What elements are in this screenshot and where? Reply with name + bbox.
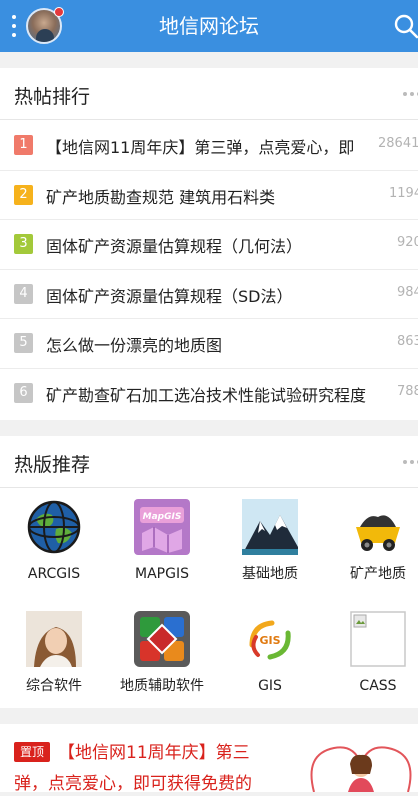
software-cubes-icon — [134, 611, 190, 667]
hot-posts-title: 热帖排行 — [14, 86, 91, 108]
svg-text:GIS: GIS — [259, 634, 280, 647]
hot-post-title: 【地信网11周年庆】第三弹，点亮爱心，即 — [46, 138, 355, 157]
portrait-icon — [26, 611, 82, 667]
broken-image-icon — [350, 611, 406, 667]
more-horizontal-icon[interactable] — [403, 460, 418, 464]
hot-post-item[interactable]: 6 矿产勘查矿石加工选冶技术性能试验研究程度 788 — [0, 369, 418, 419]
hot-forums-header: 热版推荐 — [0, 436, 418, 488]
top-app-bar: 地信网论坛 — [0, 0, 418, 52]
forum-item-gis[interactable]: GIS GIS — [216, 601, 320, 705]
gis-logo-icon: GIS — [242, 611, 298, 667]
rank-badge: 2 — [14, 184, 33, 205]
view-count: 984 — [397, 284, 418, 300]
view-count: 788 — [397, 383, 418, 399]
forum-label: 矿产地质 — [350, 566, 406, 582]
mapgis-logo-icon: MapGIS — [134, 499, 190, 555]
hot-post-item[interactable]: 4 固体矿产资源量估算规程（SD法） 984 — [0, 270, 418, 319]
hot-post-title: 怎么做一份漂亮的地质图 — [46, 336, 223, 355]
forum-item-arcgis[interactable]: ARCGIS — [0, 489, 104, 593]
search-icon[interactable] — [392, 12, 418, 42]
pinned-badge: 置顶 — [14, 742, 50, 762]
more-horizontal-icon[interactable] — [403, 92, 418, 96]
hot-post-title: 固体矿产资源量估算规程（SD法） — [46, 286, 293, 306]
hot-forums-card: 热版推荐 ARCGIS MapGIS MAPGIS 基础地质 矿产地质 综合软件… — [0, 436, 418, 708]
forum-item-basic-geology[interactable]: 基础地质 — [216, 489, 320, 593]
heart-girl-image — [304, 734, 418, 793]
forum-label: MAPGIS — [135, 566, 189, 582]
forum-label: 综合软件 — [26, 678, 82, 694]
hot-posts-card: 热帖排行 1 【地信网11周年庆】第三弹，点亮爱心，即 28641 2 矿产地质… — [0, 68, 418, 420]
view-count: 28641 — [378, 136, 418, 151]
hot-forums-grid: ARCGIS MapGIS MAPGIS 基础地质 矿产地质 综合软件 地质辅助… — [0, 489, 418, 708]
hot-posts-list: 1 【地信网11周年庆】第三弹，点亮爱心，即 28641 2 矿产地质勘查规范 … — [0, 121, 418, 418]
app-title: 地信网论坛 — [159, 14, 259, 38]
forum-item-cass[interactable]: CASS — [324, 601, 418, 705]
forum-item-mapgis[interactable]: MapGIS MAPGIS — [108, 489, 212, 593]
globe-icon — [26, 499, 82, 555]
rank-badge: 4 — [14, 283, 33, 304]
view-count: 863 — [397, 334, 418, 349]
rank-badge: 6 — [14, 382, 33, 403]
hot-posts-header: 热帖排行 — [0, 68, 418, 120]
view-count: 920 — [397, 235, 418, 250]
forum-label: ARCGIS — [27, 566, 81, 582]
hot-post-item[interactable]: 2 矿产地质勘查规范 建筑用石料类 1194 — [0, 171, 418, 220]
hot-post-title: 矿产勘查矿石加工选冶技术性能试验研究程度 — [46, 385, 367, 405]
hot-post-item[interactable]: 3 固体矿产资源量估算规程（几何法） 920 — [0, 220, 418, 270]
forum-label: GIS — [258, 678, 282, 694]
svg-text:MapGIS: MapGIS — [143, 512, 182, 522]
rank-badge: 1 — [14, 135, 33, 155]
hot-post-title: 矿产地质勘查规范 建筑用石料类 — [46, 187, 276, 207]
pinned-post-title: 【地信网11周年庆】第三 — [58, 743, 250, 763]
rank-badge: 3 — [14, 234, 33, 254]
hot-forums-title: 热版推荐 — [14, 454, 91, 476]
forum-label: 基础地质 — [242, 566, 298, 582]
hot-post-item[interactable]: 5 怎么做一份漂亮的地质图 863 — [0, 319, 418, 369]
forum-item-mineral-geology[interactable]: 矿产地质 — [324, 489, 418, 593]
hot-post-item[interactable]: 1 【地信网11周年庆】第三弹，点亮爱心，即 28641 — [0, 121, 418, 171]
view-count: 1194 — [389, 185, 418, 201]
mine-cart-icon — [350, 499, 406, 555]
forum-item-geo-aux-software[interactable]: 地质辅助软件 — [108, 601, 212, 705]
forum-label: 地质辅助软件 — [120, 678, 204, 694]
forum-label: CASS — [359, 678, 397, 694]
pinned-post-title-cont: 弹，点亮爱心，即可获得免费的 — [14, 774, 252, 794]
mountain-icon — [242, 499, 298, 555]
forum-item-integrated-software[interactable]: 综合软件 — [0, 601, 104, 705]
pinned-post-card[interactable]: 置顶 【地信网11周年庆】第三 弹，点亮爱心，即可获得免费的 — [0, 724, 418, 794]
hot-post-title: 固体矿产资源量估算规程（几何法） — [46, 237, 303, 256]
rank-badge: 5 — [14, 333, 33, 353]
